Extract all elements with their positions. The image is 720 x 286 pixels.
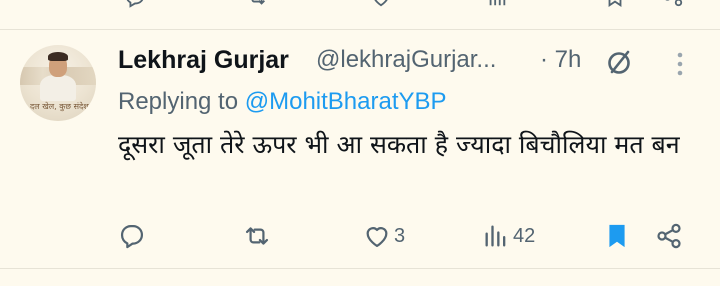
reply-button[interactable] — [118, 222, 149, 250]
views-count: 42 — [513, 224, 536, 247]
user-handle[interactable]: @lekhrajGurjar... — [316, 46, 496, 74]
replying-to-line: Replying to @MohitBharatYBP — [118, 88, 447, 116]
bookmark-button[interactable] — [603, 222, 631, 250]
views-icon — [485, 225, 506, 247]
like-button[interactable]: 3 — [363, 222, 405, 250]
prev-bookmark-icon — [608, 0, 622, 7]
reply-icon — [120, 224, 144, 249]
like-count: 3 — [394, 224, 406, 247]
avatar-body — [40, 75, 76, 101]
share-button[interactable] — [655, 222, 683, 250]
prev-share-icon — [665, 0, 683, 7]
retweet-icon — [245, 227, 269, 245]
bottom-divider — [0, 268, 720, 269]
previous-tweet-actions — [0, 0, 720, 12]
prev-reply-icon — [126, 0, 144, 8]
bookmark-icon — [609, 224, 625, 248]
prev-retweet-icon — [251, 0, 265, 5]
replying-to-label: Replying to — [118, 88, 239, 115]
tweet-text: दूसरा जूता तेरे ऊपर भी आ सकता है ज्यादा … — [118, 130, 680, 159]
avatar-caption: दल खेल, कुछ संदेश — [30, 102, 89, 111]
timestamp[interactable]: · 7h — [540, 46, 581, 74]
avatar[interactable]: दल खेल, कुछ संदेश — [20, 45, 96, 121]
reply-mention-link[interactable]: @MohitBharatYBP — [245, 88, 447, 115]
like-icon — [366, 227, 388, 248]
display-name[interactable]: Lekhraj Gurjar — [118, 46, 289, 75]
grok-icon[interactable] — [604, 47, 634, 77]
prev-like-icon — [374, 0, 388, 7]
tweet-divider — [0, 29, 720, 30]
views-button[interactable]: 42 — [482, 222, 535, 250]
retweet-button[interactable] — [243, 222, 274, 250]
avatar-hair — [48, 52, 68, 61]
share-icon — [657, 223, 681, 249]
prev-views-icon — [489, 0, 506, 6]
more-icon[interactable] — [672, 50, 688, 78]
